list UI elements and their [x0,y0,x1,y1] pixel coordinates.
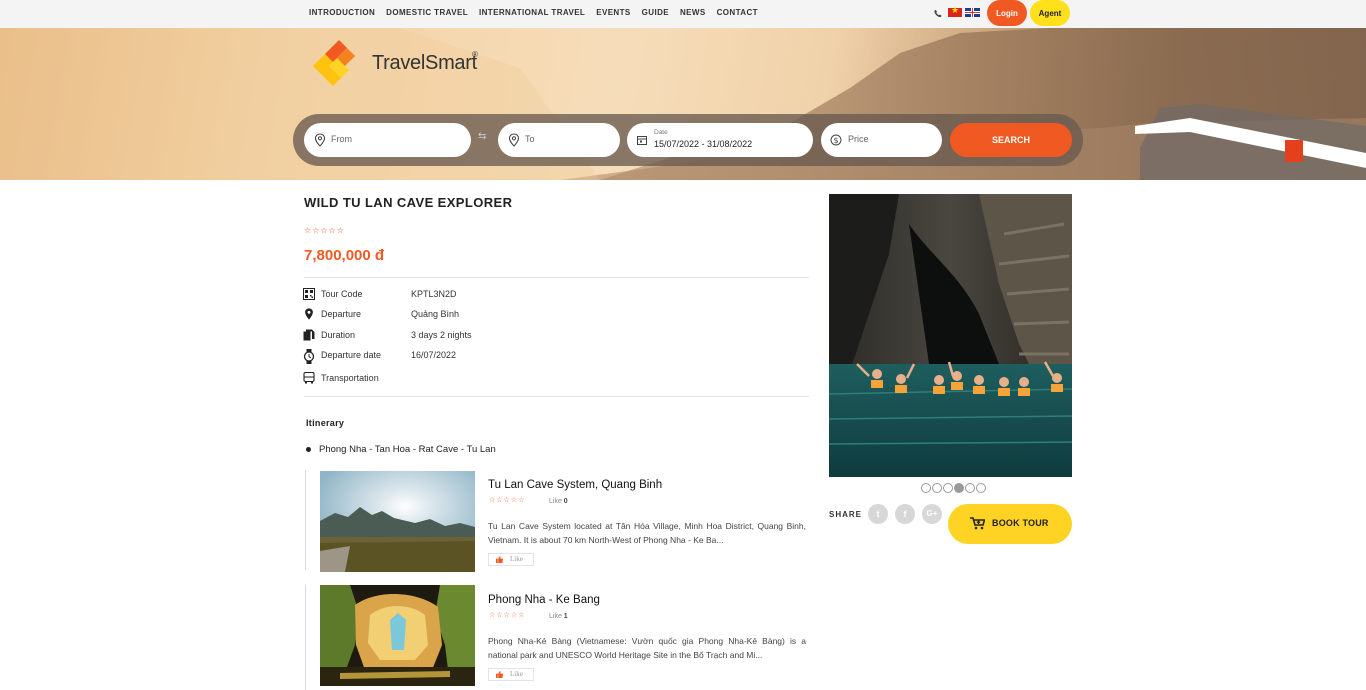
gallery-dot-active[interactable] [954,483,964,493]
tour-price: 7,800,000 đ [304,247,385,264]
place-like-count: Like 1 [549,613,568,620]
vietnamese-flag-icon[interactable] [948,6,962,17]
tour-gallery-image[interactable] [829,194,1072,477]
date-value: 15/07/2022 - 31/08/2022 [654,139,753,149]
date-label: Date [654,129,668,136]
bus-icon [303,372,315,384]
itinerary-title: Itinerary [306,418,345,428]
info-value: 16/07/2022 [411,350,457,360]
from-placeholder: From [331,134,352,144]
top-bar: INTRODUCTION DOMESTIC TRAVEL INTERNATION… [0,0,1366,28]
nav-contact[interactable]: CONTACT [717,8,758,17]
add-to-cart-icon [970,517,985,530]
gallery-dot[interactable] [932,483,942,493]
brand-registered-mark: ® [472,50,478,59]
tour-title: WILD TU LAN CAVE EXPLORER [304,195,513,210]
info-label: Departure date [321,350,382,360]
nav-international-travel[interactable]: INTERNATIONAL TRAVEL [479,8,585,17]
location-pin-icon [305,308,313,320]
google-plus-icon[interactable]: G+ [922,504,942,524]
place-image-phong-nha[interactable] [320,585,475,686]
gallery-dot[interactable] [943,483,953,493]
to-field[interactable]: To [498,123,620,157]
watch-icon [303,349,315,364]
location-pin-icon [314,133,326,147]
like-prefix: Like [549,613,562,620]
info-value: KPTL3N2D [411,289,457,299]
nav-guide[interactable]: GUIDE [642,8,669,17]
timeline-line [305,585,306,690]
nav-news[interactable]: NEWS [680,8,706,17]
to-placeholder: To [525,134,535,144]
qr-code-icon [303,288,315,300]
gallery-dot[interactable] [965,483,975,493]
info-value: Quảng Bình [411,309,460,319]
like-button[interactable]: Like [488,668,534,681]
like-label: Like [510,670,523,678]
bullet-icon [306,447,311,452]
divider [304,396,809,397]
place-title[interactable]: Phong Nha - Ke Bang [488,594,600,606]
location-pin-icon [508,133,520,147]
like-button[interactable]: Like [488,553,534,566]
info-value: 3 days 2 nights [411,330,472,340]
login-button[interactable]: Login [987,0,1027,26]
nav-events[interactable]: EVENTS [596,8,630,17]
gallery-dot[interactable] [976,483,986,493]
travelsmart-logo-icon[interactable] [303,36,359,92]
swap-icon[interactable]: ⇆ [478,131,486,142]
place-title[interactable]: Tu Lan Cave System, Quang Binh [488,479,662,491]
like-number: 1 [563,613,568,620]
place-description: Phong Nha-Kẻ Bàng (Vietnamese: Vườn quốc… [488,636,806,660]
search-button[interactable]: SEARCH [950,123,1072,157]
place-like-count: Like 0 [549,498,568,505]
gallery-dot[interactable] [921,483,931,493]
like-label: Like [510,555,523,563]
book-tour-label: BOOK TOUR [992,518,1049,528]
twitter-icon[interactable]: t [868,504,888,524]
price-field[interactable]: $ Price [821,123,942,157]
dollar-icon: $ [830,134,842,146]
facebook-icon[interactable]: f [895,504,915,524]
tour-rating-stars[interactable]: ☆☆☆☆☆ [304,226,345,235]
itinerary-route: Phong Nha - Tan Hoa - Rat Cave - Tu Lan [319,444,496,455]
document-copy-icon [303,329,315,341]
info-label: Departure [321,309,362,319]
svg-text:$: $ [833,136,838,145]
timeline-line [305,470,306,570]
nav-introduction[interactable]: INTRODUCTION [309,8,375,17]
place-image-tu-lan[interactable] [320,471,475,572]
nav-domestic-travel[interactable]: DOMESTIC TRAVEL [386,8,468,17]
date-field[interactable]: Date 15/07/2022 - 31/08/2022 [627,123,813,157]
thumbs-up-icon [496,671,503,678]
like-number: 0 [563,498,568,505]
agent-button[interactable]: Agent [1030,0,1070,26]
info-label: Tour Code [321,289,363,299]
info-label: Duration [321,330,356,340]
place-description: Tu Lan Cave System located at Tân Hóa Vi… [488,521,806,545]
thumbs-up-icon [496,556,503,563]
price-placeholder: Price [848,134,869,144]
calendar-icon [637,136,647,145]
like-prefix: Like [549,498,562,505]
place-rating-stars[interactable]: ☆☆☆☆☆ [489,611,525,619]
divider [304,277,809,278]
place-rating-stars[interactable]: ☆☆☆☆☆ [489,496,525,504]
info-label: Transportation [321,373,379,383]
phone-icon[interactable] [934,9,942,18]
brand-name[interactable]: TravelSmart [372,52,477,75]
english-flag-icon[interactable] [965,8,980,17]
from-field[interactable]: From [304,123,471,157]
share-label: SHARE [829,510,863,519]
gallery-pagination [921,483,986,493]
book-tour-button[interactable]: BOOK TOUR [948,504,1072,544]
main-nav: INTRODUCTION DOMESTIC TRAVEL INTERNATION… [309,8,758,17]
